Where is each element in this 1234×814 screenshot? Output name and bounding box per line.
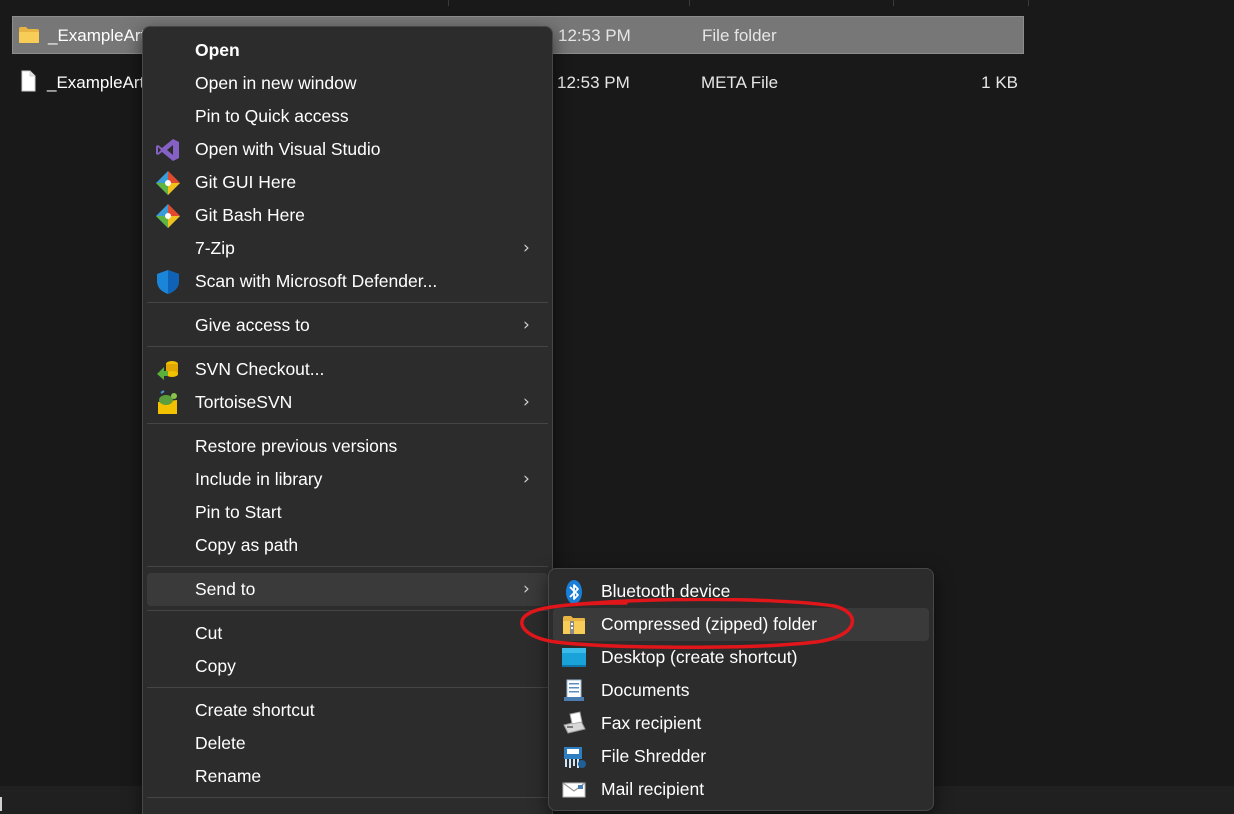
menu-item-restore-versions[interactable]: Restore previous versions	[147, 430, 548, 463]
menu-item-label: Open with Visual Studio	[195, 139, 381, 159]
mail-icon	[561, 777, 587, 803]
menu-separator	[147, 423, 548, 424]
tortoisesvn-icon	[155, 390, 181, 416]
chevron-right-icon: ›	[523, 469, 530, 489]
menu-separator	[147, 797, 548, 798]
menu-separator	[147, 610, 548, 611]
menu-item-tortoisesvn[interactable]: TortoiseSVN ›	[147, 386, 548, 419]
submenu-item-label: File Shredder	[601, 746, 707, 766]
menu-separator	[147, 687, 548, 688]
file-name: _ExampleArt	[47, 73, 145, 92]
file-shredder-icon	[561, 744, 587, 770]
fax-icon	[561, 711, 587, 737]
bluetooth-icon	[561, 579, 587, 605]
send-to-submenu: Bluetooth device Compressed (zipped) fol…	[548, 568, 934, 811]
menu-item-label: Git Bash Here	[195, 205, 305, 225]
send-to-documents[interactable]: Documents	[553, 674, 929, 707]
file-date: 12:53 PM	[558, 26, 631, 45]
column-separator[interactable]	[893, 0, 894, 6]
menu-item-send-to[interactable]: Send to ›	[147, 573, 548, 606]
send-to-desktop[interactable]: Desktop (create shortcut)	[553, 641, 929, 674]
file-date: 12:53 PM	[557, 73, 630, 92]
menu-item-delete[interactable]: Delete	[147, 727, 548, 760]
file-size: 1 KB	[981, 73, 1018, 92]
git-icon	[155, 203, 181, 229]
menu-item-include-library[interactable]: Include in library ›	[147, 463, 548, 496]
menu-item-label: Copy as path	[195, 535, 299, 555]
chevron-right-icon: ›	[523, 579, 530, 599]
menu-item-label: 7-Zip	[195, 238, 235, 258]
menu-item-open-visual-studio[interactable]: Open with Visual Studio	[147, 133, 548, 166]
menu-item-label: Pin to Start	[195, 502, 282, 522]
send-to-bluetooth[interactable]: Bluetooth device	[553, 575, 929, 608]
context-menu: Open Open in new window Pin to Quick acc…	[142, 26, 553, 814]
file-name: _ExampleArt	[48, 26, 146, 45]
send-to-file-shredder[interactable]: File Shredder	[553, 740, 929, 773]
menu-item-git-bash[interactable]: Git Bash Here	[147, 199, 548, 232]
chevron-right-icon: ›	[523, 392, 530, 412]
file-icon	[17, 70, 39, 92]
menu-item-scan-defender[interactable]: Scan with Microsoft Defender...	[147, 265, 548, 298]
send-to-mail[interactable]: Mail recipient	[553, 773, 929, 806]
folder-icon	[18, 26, 40, 44]
menu-item-label: Rename	[195, 766, 262, 786]
menu-item-label: Pin to Quick access	[195, 106, 349, 126]
menu-item-label: TortoiseSVN	[195, 392, 293, 412]
menu-item-copy[interactable]: Copy	[147, 650, 548, 683]
column-separator[interactable]	[1028, 0, 1029, 6]
submenu-item-label: Fax recipient	[601, 713, 702, 733]
status-caret	[0, 797, 2, 811]
chevron-right-icon: ›	[523, 315, 530, 335]
menu-item-give-access[interactable]: Give access to ›	[147, 309, 548, 342]
submenu-item-label: Mail recipient	[601, 779, 705, 799]
menu-item-open-new-window[interactable]: Open in new window	[147, 67, 548, 100]
menu-item-svn-checkout[interactable]: SVN Checkout...	[147, 353, 548, 386]
menu-item-label: Open in new window	[195, 73, 357, 93]
menu-item-label: Scan with Microsoft Defender...	[195, 271, 438, 291]
defender-shield-icon	[155, 269, 181, 295]
menu-separator	[147, 346, 548, 347]
menu-item-label: Copy	[195, 656, 236, 676]
menu-item-label: Delete	[195, 733, 246, 753]
menu-item-7zip[interactable]: 7-Zip ›	[147, 232, 548, 265]
menu-item-git-gui[interactable]: Git GUI Here	[147, 166, 548, 199]
menu-item-open[interactable]: Open	[147, 34, 548, 67]
documents-icon	[561, 678, 587, 704]
visual-studio-icon	[155, 137, 181, 163]
menu-item-label: Restore previous versions	[195, 436, 398, 456]
menu-item-pin-start[interactable]: Pin to Start	[147, 496, 548, 529]
menu-item-label: Include in library	[195, 469, 323, 489]
desktop-icon	[561, 645, 587, 671]
send-to-compressed-folder[interactable]: Compressed (zipped) folder	[553, 608, 929, 641]
submenu-item-label: Bluetooth device	[601, 581, 731, 601]
submenu-item-label: Desktop (create shortcut)	[601, 647, 798, 667]
menu-item-label: Create shortcut	[195, 700, 315, 720]
column-separator[interactable]	[689, 0, 690, 6]
menu-separator	[147, 566, 548, 567]
menu-item-pin-quick-access[interactable]: Pin to Quick access	[147, 100, 548, 133]
menu-item-label: Git GUI Here	[195, 172, 297, 192]
submenu-item-label: Compressed (zipped) folder	[601, 614, 817, 634]
file-type: File folder	[702, 26, 777, 45]
menu-item-copy-path[interactable]: Copy as path	[147, 529, 548, 562]
menu-item-label: Send to	[195, 579, 256, 599]
chevron-right-icon: ›	[523, 238, 530, 258]
column-separator[interactable]	[448, 0, 449, 6]
svn-checkout-icon	[155, 357, 181, 383]
menu-item-label: Give access to	[195, 315, 310, 335]
git-icon	[155, 170, 181, 196]
send-to-fax[interactable]: Fax recipient	[553, 707, 929, 740]
file-type: META File	[701, 73, 779, 92]
menu-item-create-shortcut[interactable]: Create shortcut	[147, 694, 548, 727]
menu-item-cut[interactable]: Cut	[147, 617, 548, 650]
menu-separator	[147, 302, 548, 303]
submenu-item-label: Documents	[601, 680, 690, 700]
menu-item-label: Cut	[195, 623, 223, 643]
menu-item-label: Open	[195, 40, 240, 60]
menu-item-rename[interactable]: Rename	[147, 760, 548, 793]
zip-folder-icon	[561, 612, 587, 638]
menu-item-label: SVN Checkout...	[195, 359, 325, 379]
